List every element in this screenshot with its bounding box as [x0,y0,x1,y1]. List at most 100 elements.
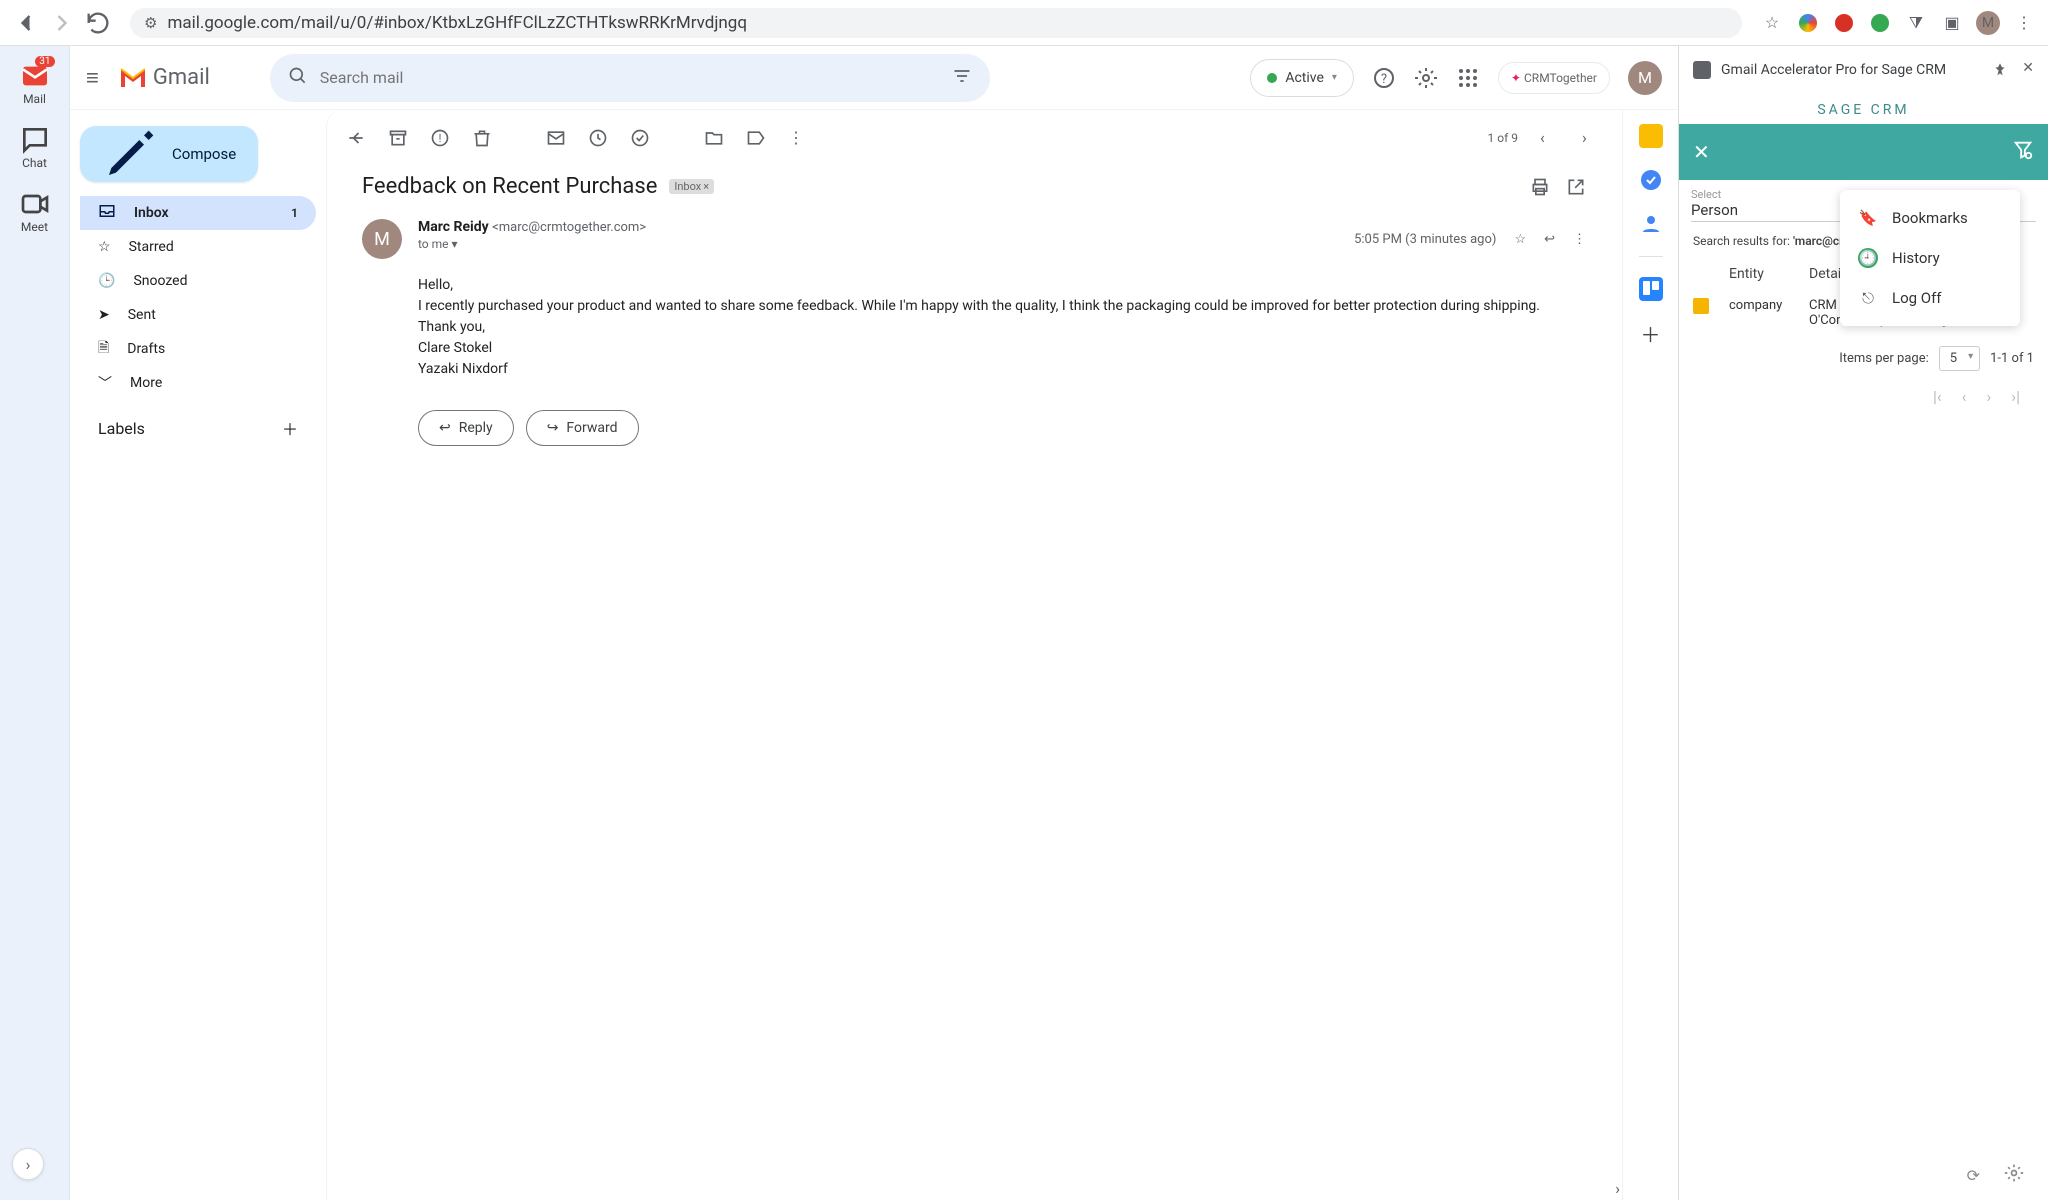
close-panel-icon[interactable]: ✕ [2022,60,2034,80]
settings-icon[interactable] [2004,1163,2024,1187]
thread-label[interactable]: Inbox× [669,179,714,194]
first-page-icon[interactable]: |‹ [1933,387,1942,406]
pager: Items per page: 5 1-1 of 1 [1679,336,2048,381]
company-icon [1693,298,1709,314]
sender-avatar[interactable]: M [362,219,402,259]
last-page-icon[interactable]: ›| [2011,387,2020,406]
panel-brand: SAGE CRM [1679,94,2048,124]
search-input[interactable] [320,68,940,87]
page-range: 1-1 of 1 [1990,351,2034,366]
reload-button[interactable] [84,9,112,37]
panel-title: Gmail Accelerator Pro for Sage CRM [1721,62,1946,78]
nav-starred[interactable]: ☆Starred [80,230,316,264]
back-button[interactable] [12,9,40,37]
support-icon[interactable]: ? [1372,66,1396,90]
bookmark-star-icon[interactable]: ☆ [1760,11,1784,35]
main-menu-icon[interactable]: ≡ [86,65,99,91]
panel-titlebar: Gmail Accelerator Pro for Sage CRM ✕ [1679,46,2048,94]
pin-icon[interactable] [1992,60,2008,80]
nav-sent[interactable]: ➤Sent [80,298,316,332]
refresh-icon[interactable]: ⟳ [1967,1166,1980,1185]
forward-button[interactable]: ↪Forward [526,410,639,446]
search-bar[interactable] [270,54,990,102]
back-arrow-icon[interactable] [346,128,366,148]
page-size-select[interactable]: 5 [1939,346,1980,371]
menu-bookmarks[interactable]: 🔖 Bookmarks [1840,198,2020,238]
rail-chat[interactable]: Chat [19,124,51,170]
send-icon: ➤ [98,307,110,323]
tasks-icon[interactable] [1639,168,1663,192]
extensions-puzzle-icon[interactable]: ⧩ [1904,11,1928,35]
rail-meet[interactable]: Meet [19,188,51,234]
nav-drafts[interactable]: 🗎Drafts [80,332,316,366]
compose-button[interactable]: Compose [80,126,258,182]
next-thread-icon[interactable]: › [1582,128,1602,148]
nav-more[interactable]: ﹀More [80,366,316,400]
add-label-icon[interactable]: ＋ [282,416,298,440]
nav-snoozed[interactable]: 🕒Snoozed [80,264,316,298]
filter-search-icon[interactable] [2012,139,2034,165]
apps-grid-icon[interactable] [1456,66,1480,90]
extension-icon[interactable] [1832,11,1856,35]
chevron-down-icon: ﹀ [98,373,112,393]
label-icon[interactable] [746,128,766,148]
profile-avatar[interactable]: M [1976,11,2000,35]
task-icon[interactable] [630,128,650,148]
panel-dropdown-menu: 🔖 Bookmarks 🕘 History ⎋ Log Off [1840,190,2020,326]
draft-icon: 🗎 [98,337,109,361]
message-body: Hello, I recently purchased your product… [326,271,1622,400]
forward-button[interactable] [48,9,76,37]
bookmark-icon: 🔖 [1858,208,1878,228]
clock-icon: 🕒 [98,273,115,289]
search-icon [288,66,308,90]
prev-page-icon[interactable]: ‹ [1962,387,1967,406]
extension-icon[interactable] [1868,11,1892,35]
menu-history[interactable]: 🕘 History [1840,238,2020,278]
sender-line: Marc Reidy <marc@crmtogether.com> [418,219,1338,235]
more-icon[interactable]: ⋮ [1573,232,1586,247]
status-pill[interactable]: Active▾ [1250,59,1354,97]
trello-icon[interactable] [1639,277,1663,301]
search-options-icon[interactable] [952,66,972,90]
nav-inbox[interactable]: Inbox1 [80,196,316,230]
star-icon[interactable]: ☆ [1514,232,1526,247]
extension-icon[interactable] [1796,11,1820,35]
next-page-icon[interactable]: › [1986,387,1991,406]
thread-toolbar: ! ⋮ 1 of 9 ‹ › [326,110,1622,166]
expand-panel-icon[interactable]: › [1615,1179,1620,1198]
settings-icon[interactable] [1414,66,1438,90]
recipient-line[interactable]: to me ▾ [418,237,1338,251]
col-entity: Entity [1729,266,1809,282]
keep-icon[interactable] [1639,124,1663,148]
sidepanel-icon[interactable]: ▣ [1940,11,1964,35]
panel-footer: ⟳ [1679,1150,2048,1200]
spam-icon[interactable]: ! [430,128,450,148]
browser-toolbar: ⚙ mail.google.com/mail/u/0/#inbox/KtbxLz… [0,0,2048,46]
print-icon[interactable] [1530,175,1550,199]
close-icon[interactable]: ✕ [1693,140,1710,164]
menu-logoff[interactable]: ⎋ Log Off [1840,278,2020,318]
move-icon[interactable] [704,128,724,148]
add-addon-icon[interactable]: ＋ [1639,321,1663,345]
reply-icon[interactable]: ↩ [1544,232,1555,247]
rail-mail[interactable]: 31 Mail [19,60,51,106]
address-bar[interactable]: ⚙ mail.google.com/mail/u/0/#inbox/KtbxLz… [130,8,1742,38]
archive-icon[interactable] [388,128,408,148]
prev-thread-icon[interactable]: ‹ [1540,128,1560,148]
mark-unread-icon[interactable] [546,128,566,148]
account-avatar[interactable]: M [1628,61,1662,95]
reply-button[interactable]: ↩Reply [418,410,514,446]
contacts-icon[interactable] [1639,212,1663,236]
popout-icon[interactable] [1566,175,1586,199]
star-icon: ☆ [98,239,111,255]
chrome-menu-icon[interactable]: ⋮ [2012,11,2036,35]
nav-sidebar: Compose Inbox1 ☆Starred 🕒Snoozed ➤Sent 🗎… [70,110,326,1200]
addon-rail: ＋ [1622,110,1678,1200]
delete-icon[interactable] [472,128,492,148]
more-icon[interactable]: ⋮ [788,128,808,148]
gmail-logo[interactable]: Gmail [119,65,210,90]
snooze-icon[interactable] [588,128,608,148]
collapse-rail-button[interactable]: › [12,1148,44,1180]
svg-text:?: ? [1381,72,1387,87]
select-entity-dropdown[interactable]: Select Person [1691,186,1860,222]
